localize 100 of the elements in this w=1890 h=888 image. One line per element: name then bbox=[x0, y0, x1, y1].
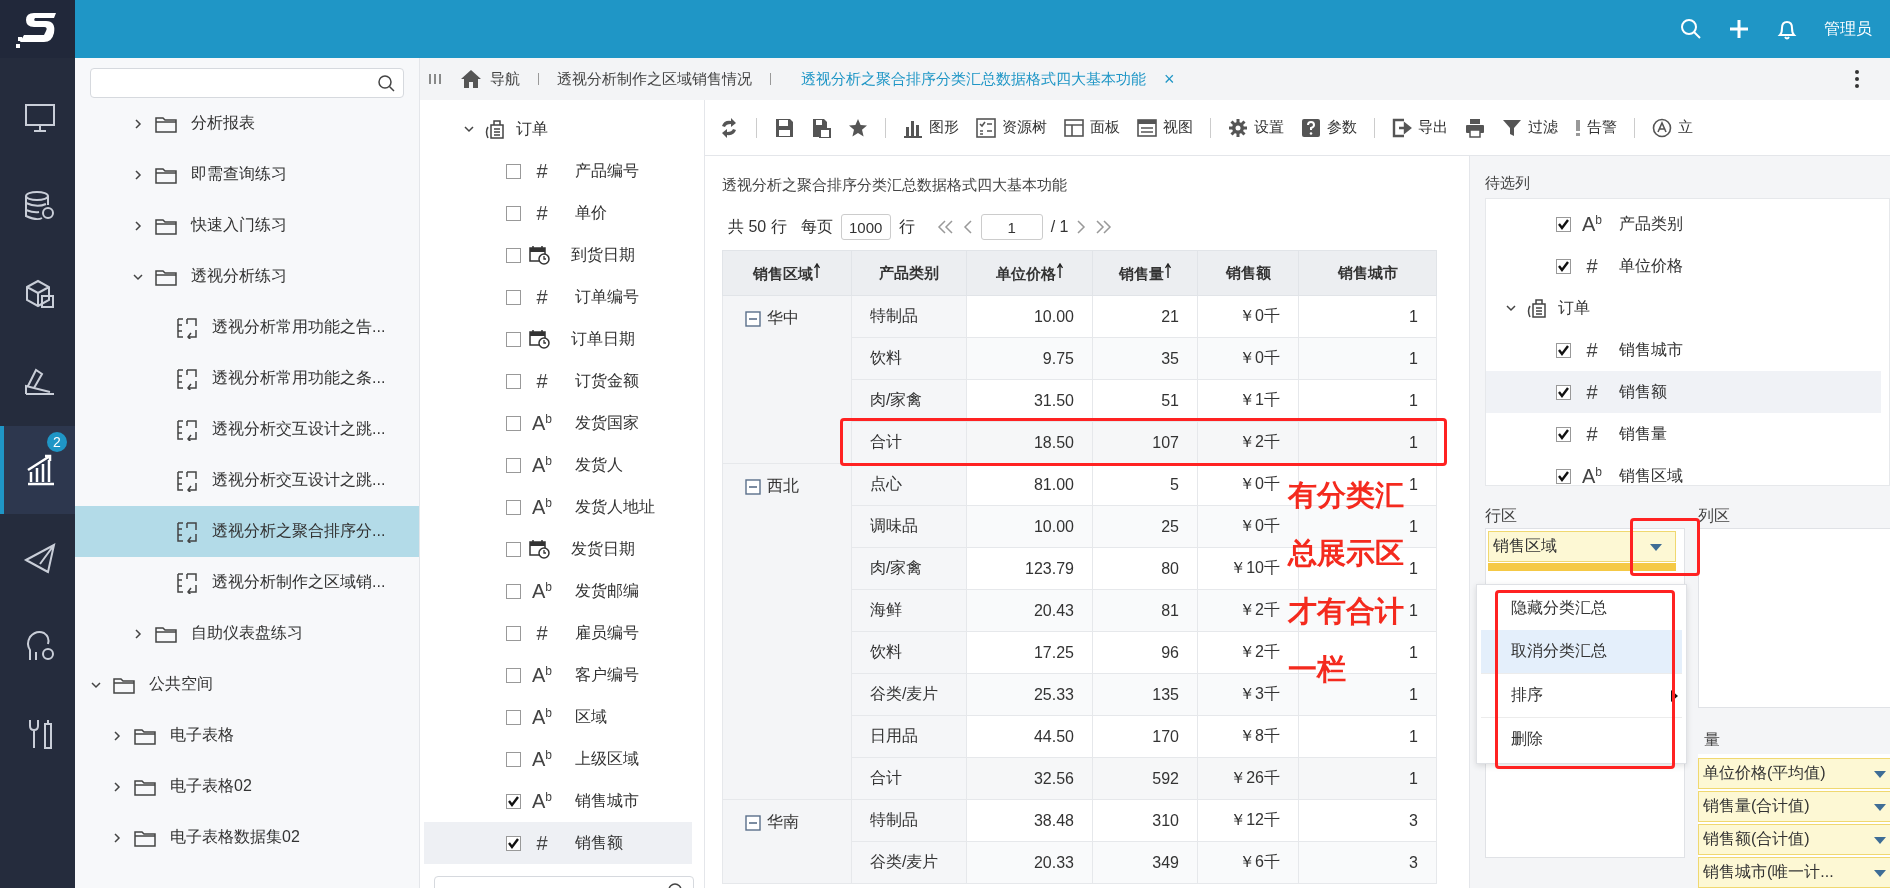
field-item[interactable]: # 单位价格 bbox=[1486, 245, 1881, 287]
field-item[interactable]: 发货日期 bbox=[424, 528, 692, 570]
toolbar-button[interactable]: 视图 bbox=[1137, 117, 1193, 138]
print-icon[interactable] bbox=[1465, 117, 1485, 138]
checkbox[interactable] bbox=[506, 415, 521, 431]
field-item[interactable]: # 销售量 bbox=[1486, 413, 1881, 455]
field-chip[interactable]: 单位价格(平均值) bbox=[1698, 758, 1890, 789]
tree-item[interactable]: 自助仪表盘练习 bbox=[75, 608, 419, 659]
more-icon[interactable] bbox=[1854, 69, 1860, 89]
collapse-icon[interactable] bbox=[745, 814, 761, 831]
next-page-icon[interactable] bbox=[1076, 219, 1087, 235]
chevron-right-icon[interactable] bbox=[133, 118, 143, 129]
checkbox[interactable] bbox=[506, 373, 521, 389]
field-item[interactable]: # 订货金额 bbox=[424, 360, 692, 402]
field-item[interactable]: 订单日期 bbox=[424, 318, 692, 360]
column-header[interactable]: 销售量 bbox=[1092, 250, 1198, 296]
tree-item[interactable]: 电子表格 bbox=[75, 710, 419, 761]
refresh-icon[interactable] bbox=[719, 117, 739, 138]
checkbox[interactable] bbox=[506, 835, 521, 851]
chevron-right-icon[interactable] bbox=[112, 781, 122, 792]
last-page-icon[interactable] bbox=[1094, 219, 1113, 235]
checkbox[interactable] bbox=[506, 163, 521, 179]
tree-item[interactable]: 快速入门练习 bbox=[75, 200, 419, 251]
column-header[interactable]: 销售区域 bbox=[722, 250, 852, 296]
chevron-right-icon[interactable] bbox=[112, 832, 122, 843]
field-item[interactable]: # 销售额 bbox=[424, 822, 692, 864]
checkbox[interactable] bbox=[506, 709, 521, 725]
checkbox[interactable] bbox=[506, 499, 521, 515]
tree-item[interactable]: 订单 bbox=[424, 108, 692, 150]
menu-item[interactable]: 隐藏分类汇总 bbox=[1481, 587, 1682, 630]
checkbox[interactable] bbox=[506, 667, 521, 683]
tree-item[interactable]: 即需查询练习 bbox=[75, 149, 419, 200]
tree-item[interactable]: 透视分析之聚合排序分... bbox=[75, 506, 419, 557]
checkbox[interactable] bbox=[1556, 216, 1571, 232]
dropdown-icon[interactable] bbox=[1649, 541, 1663, 552]
save-as-icon[interactable] bbox=[811, 117, 831, 138]
save-icon[interactable] bbox=[774, 117, 794, 138]
checkbox[interactable] bbox=[1556, 384, 1571, 400]
toolbar-button[interactable]: 设置 bbox=[1228, 117, 1284, 138]
menu-item[interactable]: 取消分类汇总 bbox=[1481, 630, 1682, 674]
toolbar-button[interactable]: 图形 bbox=[903, 117, 959, 138]
checkbox[interactable] bbox=[506, 457, 521, 473]
chevron-right-icon[interactable] bbox=[112, 730, 122, 741]
chevron-right-icon[interactable] bbox=[133, 628, 143, 639]
checkbox[interactable] bbox=[506, 289, 521, 305]
dropdown-icon[interactable] bbox=[1873, 834, 1887, 845]
tree-item[interactable]: 订单 bbox=[1486, 287, 1881, 329]
tree-item[interactable]: 透视分析常用功能之条... bbox=[75, 353, 419, 404]
field-chip[interactable]: 销售量(合计值) bbox=[1698, 791, 1890, 822]
bars-icon[interactable] bbox=[428, 72, 442, 86]
tree-item[interactable]: 公共空间 bbox=[75, 659, 419, 710]
tree-item[interactable]: 透视分析常用功能之告... bbox=[75, 302, 419, 353]
chevron-down-icon[interactable] bbox=[91, 679, 101, 690]
toolbar-button[interactable]: 参数 bbox=[1301, 117, 1357, 138]
checkbox[interactable] bbox=[1556, 342, 1571, 358]
tree-item[interactable]: 透视分析交互设计之跳... bbox=[75, 455, 419, 506]
checkbox[interactable] bbox=[506, 793, 521, 809]
field-item[interactable]: # 产品编号 bbox=[424, 150, 692, 192]
field-item[interactable]: # 单价 bbox=[424, 192, 692, 234]
tab[interactable]: 导航 bbox=[454, 69, 526, 89]
checkbox[interactable] bbox=[1556, 426, 1571, 442]
field-item[interactable]: 到货日期 bbox=[424, 234, 692, 276]
bell-icon[interactable] bbox=[1776, 18, 1798, 40]
page-field[interactable]: 1 bbox=[980, 214, 1043, 240]
tree-item[interactable]: 透视分析交互设计之跳... bbox=[75, 404, 419, 455]
chevron-right-icon[interactable] bbox=[133, 169, 143, 180]
field-chip[interactable]: 销售城市(唯一计... bbox=[1698, 857, 1890, 888]
dropdown-icon[interactable] bbox=[1873, 768, 1887, 779]
toolbar-button[interactable]: 面板 bbox=[1064, 117, 1120, 138]
tree-item[interactable]: 电子表格02 bbox=[75, 761, 419, 812]
field-item[interactable]: # 订单编号 bbox=[424, 276, 692, 318]
previous-page-icon[interactable] bbox=[962, 219, 973, 235]
page-size-field[interactable]: 1000 bbox=[840, 214, 891, 240]
dropdown-icon[interactable] bbox=[1873, 867, 1887, 878]
toolbar-button[interactable]: 过滤 bbox=[1502, 117, 1558, 138]
checkbox[interactable] bbox=[506, 541, 521, 557]
checkbox[interactable] bbox=[506, 205, 521, 221]
first-page-icon[interactable] bbox=[936, 219, 955, 235]
column-header[interactable]: 销售额 bbox=[1197, 250, 1299, 296]
star-icon[interactable] bbox=[848, 117, 868, 138]
collapse-icon[interactable] bbox=[745, 478, 761, 495]
toolbar-button[interactable]: 导出 bbox=[1392, 117, 1448, 138]
checkbox[interactable] bbox=[506, 331, 521, 347]
toolbar-button[interactable]: 资源树 bbox=[976, 117, 1047, 138]
checkbox[interactable] bbox=[506, 751, 521, 767]
field-chip[interactable]: 销售额(合计值) bbox=[1698, 824, 1890, 855]
field-item[interactable]: # 销售城市 bbox=[1486, 329, 1881, 371]
field-item[interactable]: # 销售额 bbox=[1486, 371, 1881, 413]
tree-item[interactable]: 透视分析练习 bbox=[75, 251, 419, 302]
chevron-down-icon[interactable] bbox=[1506, 303, 1516, 313]
checkbox[interactable] bbox=[506, 247, 521, 263]
field-chip[interactable]: 销售区域 bbox=[1488, 531, 1676, 562]
tree-item[interactable]: 分析报表 bbox=[75, 98, 419, 149]
search-field[interactable] bbox=[90, 68, 404, 98]
tab[interactable]: 透视分析制作之区域销售情况 bbox=[551, 69, 758, 89]
column-header[interactable]: 产品类别 bbox=[851, 250, 967, 296]
field-item[interactable]: # 雇员编号 bbox=[424, 612, 692, 654]
tree-item[interactable]: 透视分析制作之区域销... bbox=[75, 557, 419, 608]
column-header[interactable]: 销售城市 bbox=[1298, 250, 1437, 296]
chevron-down-icon[interactable] bbox=[133, 271, 143, 282]
